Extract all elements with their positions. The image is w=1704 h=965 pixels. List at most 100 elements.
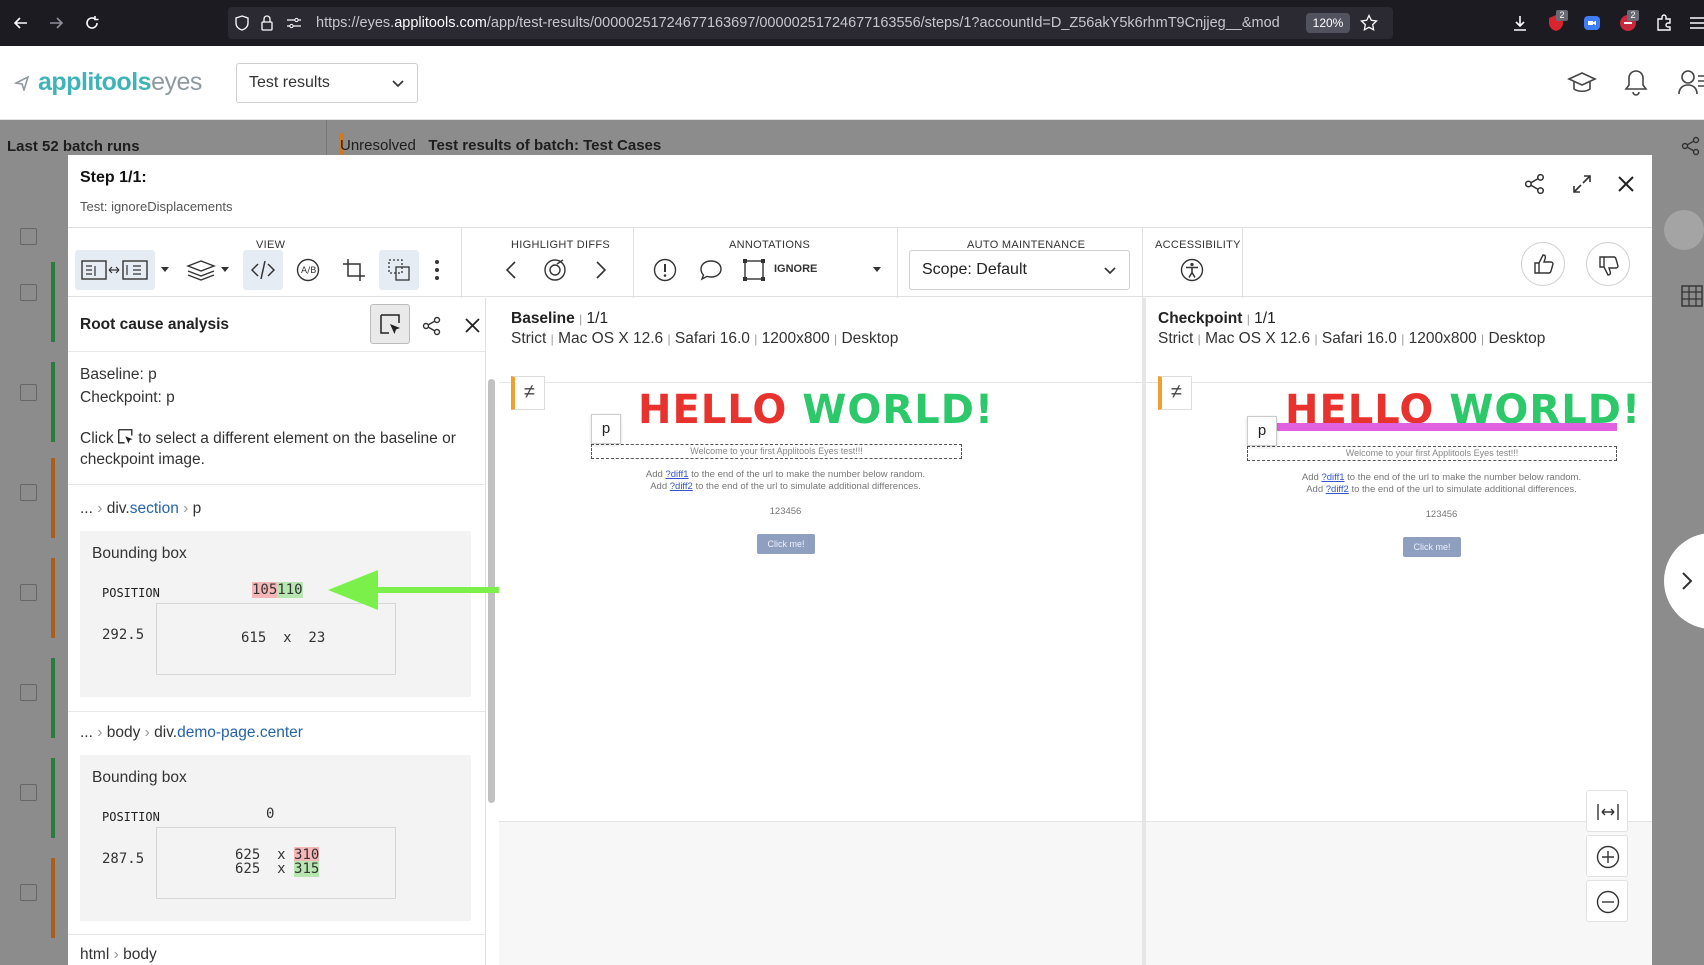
zoom-in-button[interactable]	[1586, 835, 1628, 877]
close-icon[interactable]	[465, 318, 480, 333]
user-account-icon[interactable]	[1678, 68, 1704, 96]
expand-icon[interactable]	[1571, 173, 1593, 195]
row-checkbox[interactable]	[20, 784, 37, 801]
batch-status-bar	[51, 858, 55, 938]
text-diff-icon[interactable]: A/B	[296, 258, 320, 282]
os: Mac OS X 12.6	[1205, 330, 1311, 347]
highlight-diffs-label: HIGHLIGHT DIFFS	[511, 239, 611, 251]
element-tag: p	[591, 414, 621, 444]
row-checkbox[interactable]	[20, 384, 37, 401]
select-element-button[interactable]	[370, 304, 410, 344]
side-by-side-view-button[interactable]	[75, 250, 155, 290]
row-checkbox[interactable]	[20, 684, 37, 701]
previous-diff-icon[interactable]	[505, 261, 517, 279]
breadcrumb: ... › div.section › p	[80, 500, 202, 517]
position-label: POSITION	[102, 586, 160, 600]
graduation-cap-icon[interactable]	[1567, 70, 1597, 96]
fit-width-button[interactable]	[1586, 790, 1628, 832]
bookmark-star-icon[interactable]	[1360, 14, 1378, 32]
breadcrumb-item[interactable]: div.demo-page.center	[154, 724, 303, 741]
row-checkbox[interactable]	[20, 284, 37, 301]
checkpoint-image[interactable]: HELLO WORLD! Welcome to your first Appli…	[1146, 382, 1652, 822]
logo-text-light: eyes	[151, 68, 202, 96]
permissions-icon[interactable]	[286, 16, 302, 30]
table-icon[interactable]	[1680, 282, 1704, 308]
shield-icon[interactable]	[234, 15, 250, 31]
zoom-out-icon	[1596, 890, 1620, 914]
hint-text: Click	[80, 430, 114, 447]
checkpoint-header: Checkpoint | 1/1 Strict | Mac OS X 12.6 …	[1146, 298, 1652, 382]
forward-icon[interactable]	[47, 14, 65, 32]
zoom-out-button[interactable]	[1586, 880, 1628, 922]
diff-indicator[interactable]: ≠	[1158, 376, 1192, 410]
lock-icon[interactable]	[260, 15, 274, 31]
diff2-link[interactable]: ?diff2	[1326, 484, 1349, 495]
share-icon[interactable]	[422, 316, 442, 336]
extension-zoom-icon[interactable]	[1583, 14, 1601, 32]
breadcrumb-item[interactable]: body	[107, 724, 141, 741]
extensions-puzzle-icon[interactable]	[1655, 14, 1673, 32]
reload-icon[interactable]	[83, 14, 101, 32]
highlight-diffs-icon[interactable]	[543, 258, 567, 282]
caret-down-icon[interactable]	[220, 266, 230, 274]
crop-icon[interactable]	[342, 258, 366, 282]
reject-thumbs-down-button[interactable]	[1586, 242, 1630, 286]
share-icon[interactable]	[1524, 173, 1546, 195]
comment-icon[interactable]	[699, 258, 723, 282]
accessibility-icon[interactable]	[1180, 258, 1204, 282]
row-checkbox[interactable]	[20, 884, 37, 901]
compare-regions-button[interactable]	[379, 250, 419, 290]
scope-select[interactable]: Scope: Default	[909, 250, 1130, 290]
ignore-region-tool[interactable]: IGNORE	[742, 256, 817, 284]
issue-alert-icon[interactable]	[653, 258, 677, 282]
hint-text: to select a different element on the bas…	[138, 430, 456, 447]
notifications-bell-icon[interactable]	[1623, 68, 1649, 96]
test-name: Test: ignoreDisplacements	[80, 199, 233, 214]
layers-icon[interactable]	[186, 259, 216, 281]
caret-down-icon[interactable]	[872, 266, 882, 274]
size-value: 615 x 23	[241, 630, 326, 646]
caret-down-icon[interactable]	[160, 266, 170, 274]
viewport: 1200x800	[1408, 330, 1477, 347]
diff1-link[interactable]: ?diff1	[1321, 472, 1344, 483]
browser: Safari 16.0	[1321, 330, 1397, 347]
breadcrumb-item[interactable]: ...	[80, 724, 93, 741]
row-checkbox[interactable]	[20, 584, 37, 601]
row-checkbox[interactable]	[20, 484, 37, 501]
next-diff-icon[interactable]	[595, 261, 607, 279]
save-icon[interactable]	[1664, 210, 1704, 250]
top-diff: 105110	[252, 582, 303, 598]
instruction-line: Add ?diff2 to the end of the url to simu…	[499, 481, 1072, 492]
menu-icon[interactable]	[1690, 14, 1704, 32]
downloads-icon[interactable]	[1511, 14, 1529, 32]
baseline-image[interactable]: HELLO WORLD! Welcome to your first Appli…	[499, 382, 1142, 822]
zoom-level-badge[interactable]: 120%	[1306, 13, 1350, 33]
left-value: 287.5	[102, 851, 145, 867]
breadcrumb-item[interactable]: div.section	[107, 500, 179, 517]
breadcrumb-item[interactable]: html	[80, 946, 109, 963]
more-options-icon[interactable]	[434, 259, 440, 281]
click-me-button: Click me!	[757, 534, 815, 554]
baseline-header: Baseline | 1/1 Strict | Mac OS X 12.6 | …	[499, 298, 1142, 382]
root-cause-view-button[interactable]	[243, 250, 283, 290]
share-icon[interactable]	[1681, 136, 1701, 156]
divider	[68, 711, 485, 712]
back-icon[interactable]	[12, 14, 30, 32]
extension-badge: 2	[1627, 10, 1639, 21]
breadcrumb-item[interactable]: p	[193, 500, 202, 517]
batch-title: Test results of batch: Test Cases	[428, 137, 662, 154]
breadcrumb-item[interactable]: body	[123, 946, 157, 963]
diff2-link[interactable]: ?diff2	[670, 481, 693, 492]
url-bar[interactable]: https://eyes.applitools.com/app/test-res…	[228, 7, 1393, 39]
baseline-title: Baseline | 1/1	[511, 310, 609, 327]
breadcrumb-item[interactable]: ...	[80, 500, 93, 517]
approve-thumbs-up-button[interactable]	[1521, 242, 1565, 286]
diff-indicator[interactable]: ≠	[511, 376, 545, 410]
view-select[interactable]: Test results	[236, 63, 418, 103]
divider	[1142, 228, 1143, 298]
diff1-link[interactable]: ?diff1	[665, 469, 688, 480]
fit-width-icon	[1597, 804, 1619, 820]
rca-hint: Click to select a different element on t…	[80, 429, 456, 448]
select-all-checkbox[interactable]	[20, 228, 37, 245]
close-icon[interactable]	[1617, 175, 1635, 193]
